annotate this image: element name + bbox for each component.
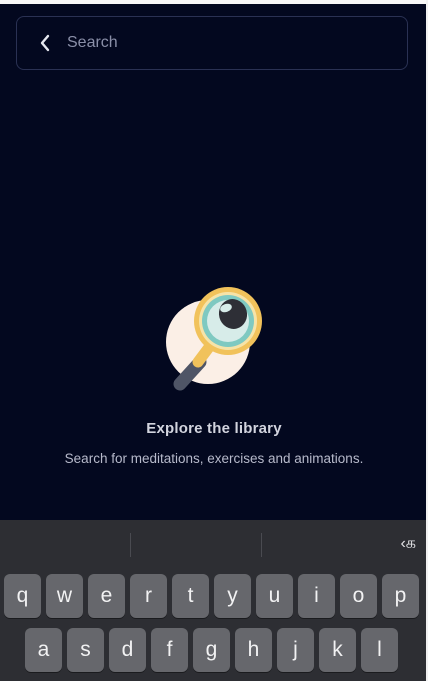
key-s[interactable]: s: [67, 628, 104, 672]
key-g[interactable]: g: [193, 628, 230, 672]
key-f[interactable]: f: [151, 628, 188, 672]
language-switch-key[interactable]: ‹க: [400, 534, 416, 554]
search-screen: Explore the library Search for meditatio…: [0, 0, 428, 681]
key-h[interactable]: h: [235, 628, 272, 672]
suggestion-divider: [261, 533, 262, 557]
search-bar[interactable]: [16, 16, 408, 70]
key-i[interactable]: i: [298, 574, 335, 618]
search-input[interactable]: [67, 23, 407, 63]
back-button[interactable]: [17, 17, 73, 69]
key-t[interactable]: t: [172, 574, 209, 618]
key-o[interactable]: o: [340, 574, 377, 618]
key-k[interactable]: k: [319, 628, 356, 672]
key-d[interactable]: d: [109, 628, 146, 672]
empty-state-title: Explore the library: [146, 420, 282, 437]
key-j[interactable]: j: [277, 628, 314, 672]
keyboard-row-1: q w e r t y u i o p: [0, 574, 428, 620]
empty-state-description: Search for meditations, exercises and an…: [64, 451, 364, 466]
suggestion-divider: [130, 533, 131, 557]
key-u[interactable]: u: [256, 574, 293, 618]
keyboard-row-2: a s d f g h j k l: [0, 628, 428, 674]
magnifier-illustration-icon: [160, 282, 270, 394]
suggestion-bar: ‹க: [0, 520, 428, 570]
on-screen-keyboard: ‹க q w e r t y u i o p a s d f g h j k l: [0, 520, 428, 681]
key-y[interactable]: y: [214, 574, 251, 618]
status-strip: [0, 0, 428, 4]
key-e[interactable]: e: [88, 574, 125, 618]
chevron-left-icon: [39, 34, 51, 52]
key-p[interactable]: p: [382, 574, 419, 618]
key-l[interactable]: l: [361, 628, 398, 672]
key-r[interactable]: r: [130, 574, 167, 618]
key-q[interactable]: q: [4, 574, 41, 618]
key-w[interactable]: w: [46, 574, 83, 618]
key-a[interactable]: a: [25, 628, 62, 672]
